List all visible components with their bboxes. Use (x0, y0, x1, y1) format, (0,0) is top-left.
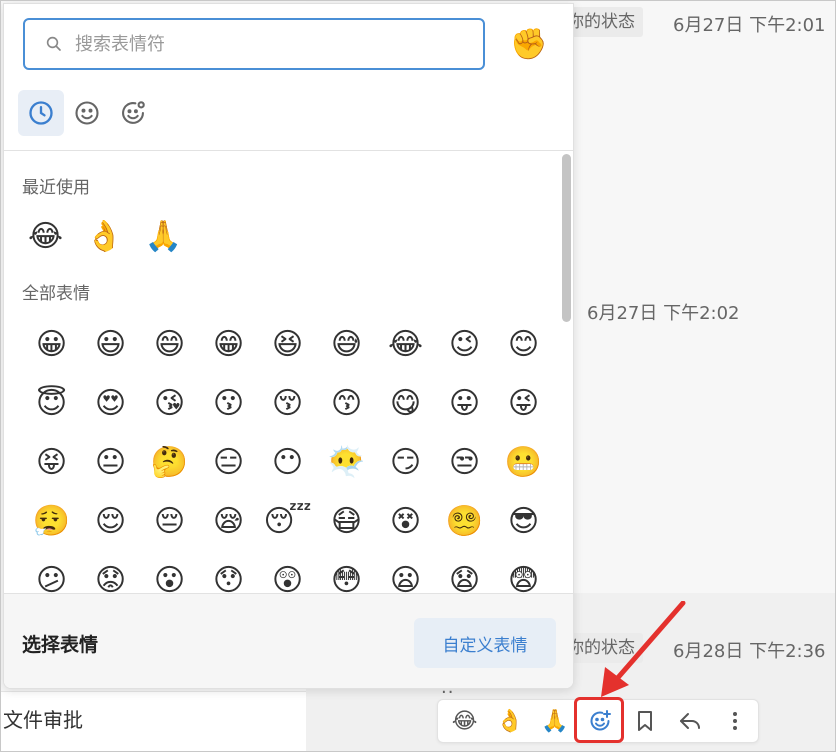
emoji-item[interactable]: 😇 (22, 378, 81, 428)
smiley-gear-icon (122, 101, 145, 124)
emoji-row: 😮‍💨 😌 😔 😪 😴 😷 😵 😵‍💫 😎 (22, 496, 553, 546)
emoji-row: 😀 😃 😄 😁 😆 😅 😂 😉 😊 (22, 319, 553, 369)
custom-emoji-button[interactable]: 自定义表情 (414, 618, 556, 668)
emoji-item[interactable]: 👌 (75, 211, 134, 261)
app-window: 你的状态 6月27日 下午2:01 6月27日 下午2:02 你的状态 6月28… (0, 0, 836, 752)
emoji-search-box[interactable] (23, 18, 485, 70)
emoji-item[interactable]: 😮‍💨 (22, 496, 81, 546)
recent-section-title: 最近使用 (22, 178, 90, 198)
bookmark-button[interactable] (623, 701, 668, 741)
emoji-item[interactable]: 😑 (199, 437, 258, 487)
emoji-search-input[interactable] (75, 33, 455, 55)
emoji-item[interactable]: 😍 (81, 378, 140, 428)
scrollbar-thumb[interactable] (562, 154, 571, 322)
quick-reaction-ok[interactable]: 👌 (487, 701, 532, 741)
emoji-item[interactable]: 😃 (81, 319, 140, 369)
picker-footer: 选择表情 自定义表情 (4, 593, 573, 688)
emoji-item[interactable]: 😲 (258, 555, 317, 594)
emoji-item[interactable]: 😘 (140, 378, 199, 428)
emoji-row: 😕 😟 😮 😯 😲 😳 😦 😧 😨 (22, 555, 553, 594)
footer-title: 选择表情 (22, 634, 99, 656)
emoji-item[interactable]: 😌 (81, 496, 140, 546)
emoji-item[interactable]: 😁 (199, 319, 258, 369)
emoji-item[interactable]: 😉 (435, 319, 494, 369)
smiley-icon (75, 101, 99, 125)
tab-custom[interactable] (110, 90, 156, 136)
emoji-picker: ✊ 最近使用 (3, 3, 574, 689)
message-time: 6月27日 下午2:01 (673, 15, 826, 36)
reply-icon (680, 713, 701, 729)
emoji-item[interactable]: 😋 (376, 378, 435, 428)
emoji-row: 😝 😐 🤔 😑 😶 😶‍🌫️ 😏 😒 😬 (22, 437, 553, 487)
emoji-item[interactable]: 😵 (376, 496, 435, 546)
quick-reaction-pray[interactable]: 🙏 (532, 701, 577, 741)
annotation-arrow-icon (601, 601, 686, 697)
emoji-item[interactable]: 😝 (22, 437, 81, 487)
tab-recent[interactable] (18, 90, 64, 136)
emoji-item[interactable]: 😜 (494, 378, 553, 428)
message-time: 6月27日 下午2:02 (587, 303, 740, 324)
emoji-item[interactable]: 😪 (199, 496, 258, 546)
emoji-item[interactable]: 😗 (199, 378, 258, 428)
emoji-item[interactable]: 😷 (317, 496, 376, 546)
emoji-scroll-area[interactable]: 最近使用 😂 👌 🙏 全部表情 😀 😃 😄 😁 😆 😅 😂 😉 😊 😇 😍 😘 😗 😚 😙 😋 😛 😜 😝 😐 🤔 😑 😶 😶… (4, 151, 573, 594)
highlight-box (574, 697, 624, 743)
tab-smileys[interactable] (64, 90, 110, 136)
emoji-item[interactable]: 😬 (494, 437, 553, 487)
bookmark-icon (638, 711, 653, 731)
status-tag: 你的状态 (567, 7, 643, 37)
clock-icon (29, 101, 53, 125)
emoji-category-tabs (18, 90, 156, 136)
emoji-item[interactable]: 😎 (494, 496, 553, 546)
all-section-title: 全部表情 (22, 284, 90, 304)
emoji-item[interactable]: 😀 (22, 319, 81, 369)
emoji-item[interactable]: 😕 (22, 555, 81, 594)
emoji-item[interactable]: 🤔 (140, 437, 199, 487)
emoji-item[interactable]: 😆 (258, 319, 317, 369)
emoji-item[interactable]: 😯 (199, 555, 258, 594)
emoji-item[interactable]: 😏 (376, 437, 435, 487)
emoji-item[interactable]: 😚 (258, 378, 317, 428)
emoji-item[interactable]: 😙 (317, 378, 376, 428)
emoji-item[interactable]: 😟 (81, 555, 140, 594)
emoji-item[interactable]: 😨 (494, 555, 553, 594)
emoji-item[interactable]: 😊 (494, 319, 553, 369)
emoji-item[interactable]: 🙏 (134, 211, 193, 261)
search-icon (46, 36, 61, 51)
emoji-item[interactable]: 😶 (258, 437, 317, 487)
emoji-item[interactable]: 😂 (16, 211, 75, 261)
quick-reaction-joy[interactable]: 😂 (442, 701, 487, 741)
skin-tone-button[interactable]: ✊ (509, 22, 549, 66)
emoji-item[interactable]: 😧 (435, 555, 494, 594)
emoji-item[interactable]: 😶‍🌫️ (317, 437, 376, 487)
sidebar-item-approval[interactable]: 文件审批 (3, 704, 83, 733)
emoji-item[interactable]: 😴 (258, 496, 317, 546)
emoji-item[interactable]: 😐 (81, 437, 140, 487)
more-vertical-icon (733, 712, 738, 730)
emoji-item[interactable]: 😵‍💫 (435, 496, 494, 546)
emoji-item[interactable]: 😅 (317, 319, 376, 369)
status-label: 你的状态 (567, 12, 635, 32)
emoji-item[interactable]: 😒 (435, 437, 494, 487)
emoji-item[interactable]: 😳 (317, 555, 376, 594)
emoji-item[interactable]: 😂 (376, 319, 435, 369)
reply-button[interactable] (668, 701, 713, 741)
more-button[interactable] (713, 701, 758, 741)
emoji-item[interactable]: 😄 (140, 319, 199, 369)
emoji-item[interactable]: 😛 (435, 378, 494, 428)
message-time: 6月28日 下午2:36 (673, 641, 826, 662)
emoji-row: 😇 😍 😘 😗 😚 😙 😋 😛 😜 (22, 378, 553, 428)
recent-emoji-row: 😂 👌 🙏 (16, 211, 193, 261)
emoji-item[interactable]: 😔 (140, 496, 199, 546)
emoji-item[interactable]: 😮 (140, 555, 199, 594)
emoji-item[interactable]: 😦 (376, 555, 435, 594)
